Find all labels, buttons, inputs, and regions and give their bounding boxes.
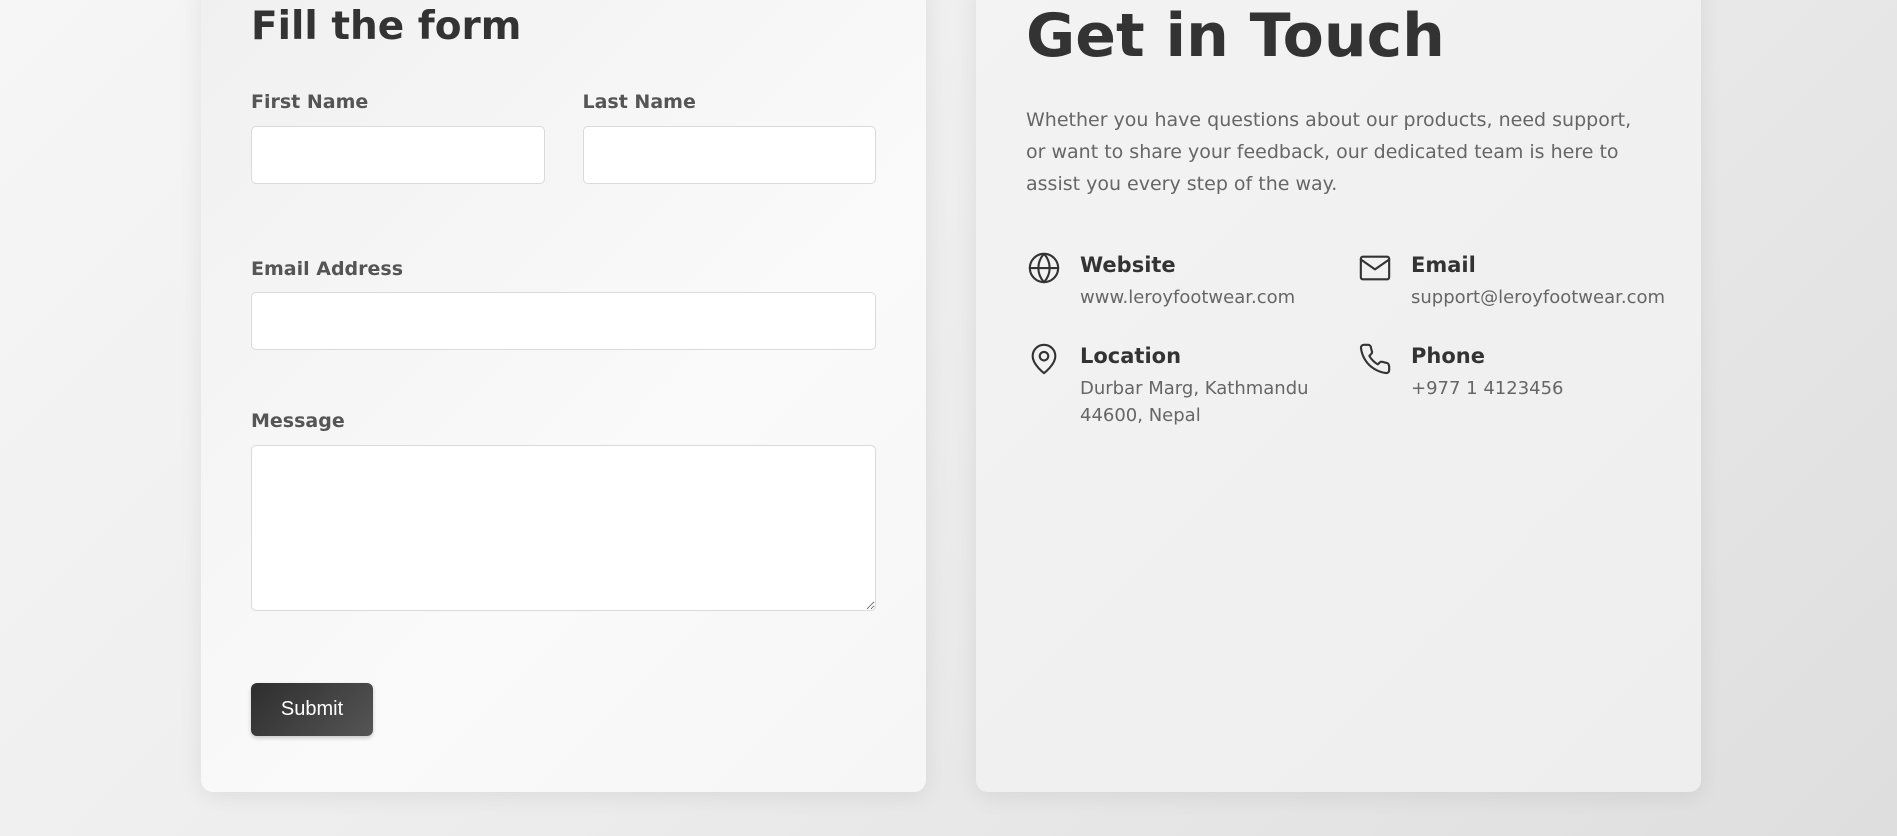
contact-info-card: Get in Touch Whether you have questions … [976, 0, 1701, 792]
form-title: Fill the form [251, 4, 522, 49]
phone-text: Phone +977 1 4123456 [1411, 341, 1564, 402]
location-value: Durbar Marg, Kathmandu 44600, Nepal [1080, 378, 1309, 426]
phone-icon [1357, 341, 1393, 377]
last-name-field-group: Last Name [582, 90, 876, 184]
email-field-group: Email Address [251, 258, 876, 351]
email-text: Email support@leroyfootwear.com [1411, 250, 1665, 311]
email-value[interactable]: support@leroyfootwear.com [1411, 284, 1665, 311]
email-label: Email Address [251, 257, 404, 280]
website-value[interactable]: www.leroyfootwear.com [1080, 284, 1295, 311]
email-heading: Email [1411, 253, 1476, 277]
website-heading: Website [1080, 253, 1176, 277]
message-textarea[interactable] [251, 445, 876, 612]
contact-item-location: Location Durbar Marg, Kathmandu 44600, N… [1026, 341, 1357, 429]
contact-item-email: Email support@leroyfootwear.com [1357, 250, 1665, 311]
first-name-input[interactable] [251, 125, 545, 184]
message-field-group: Message [251, 410, 876, 612]
submit-button[interactable]: Submit [251, 683, 373, 737]
last-name-input[interactable] [582, 125, 876, 184]
phone-value[interactable]: +977 1 4123456 [1411, 375, 1564, 402]
location-text: Location Durbar Marg, Kathmandu 44600, N… [1080, 341, 1320, 429]
contact-details: Website www.leroyfootwear.com Email supp… [1026, 250, 1665, 429]
phone-heading: Phone [1411, 344, 1485, 368]
map-pin-icon [1026, 341, 1062, 377]
info-title: Get in Touch [1026, 1, 1445, 71]
info-description: Whether you have questions about our pro… [1026, 109, 1632, 195]
contact-item-phone: Phone +977 1 4123456 [1357, 341, 1657, 429]
name-row: First Name Last Name [251, 91, 876, 184]
mail-icon [1357, 250, 1393, 286]
globe-icon [1026, 250, 1062, 286]
contact-form-card: Fill the form First Name Last Name Email… [201, 0, 926, 792]
website-text: Website www.leroyfootwear.com [1080, 250, 1295, 311]
location-heading: Location [1080, 344, 1182, 368]
email-input[interactable] [251, 292, 876, 351]
contact-item-website: Website www.leroyfootwear.com [1026, 250, 1357, 311]
first-name-label: First Name [251, 90, 369, 113]
first-name-field-group: First Name [251, 91, 545, 184]
last-name-label: Last Name [582, 90, 696, 113]
message-label: Message [251, 410, 345, 433]
